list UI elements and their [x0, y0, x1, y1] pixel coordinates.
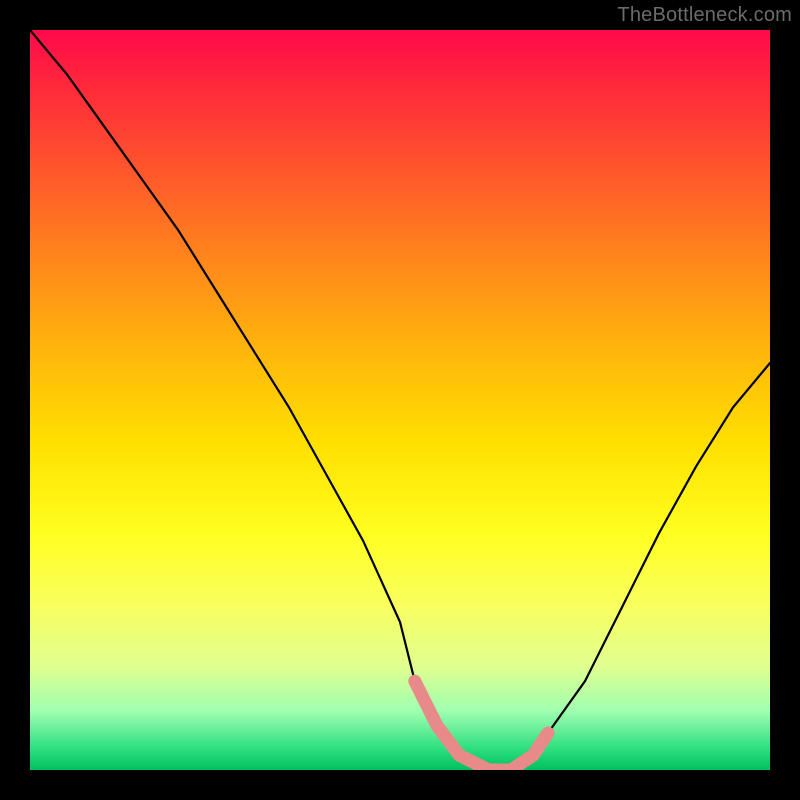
plot-area — [30, 30, 770, 770]
series-group — [30, 30, 770, 770]
bottleneck-curve-path — [30, 30, 770, 770]
optimal-band-path — [415, 681, 548, 770]
chart-frame: TheBottleneck.com — [0, 0, 800, 800]
chart-svg — [30, 30, 770, 770]
watermark-text: TheBottleneck.com — [617, 4, 792, 27]
